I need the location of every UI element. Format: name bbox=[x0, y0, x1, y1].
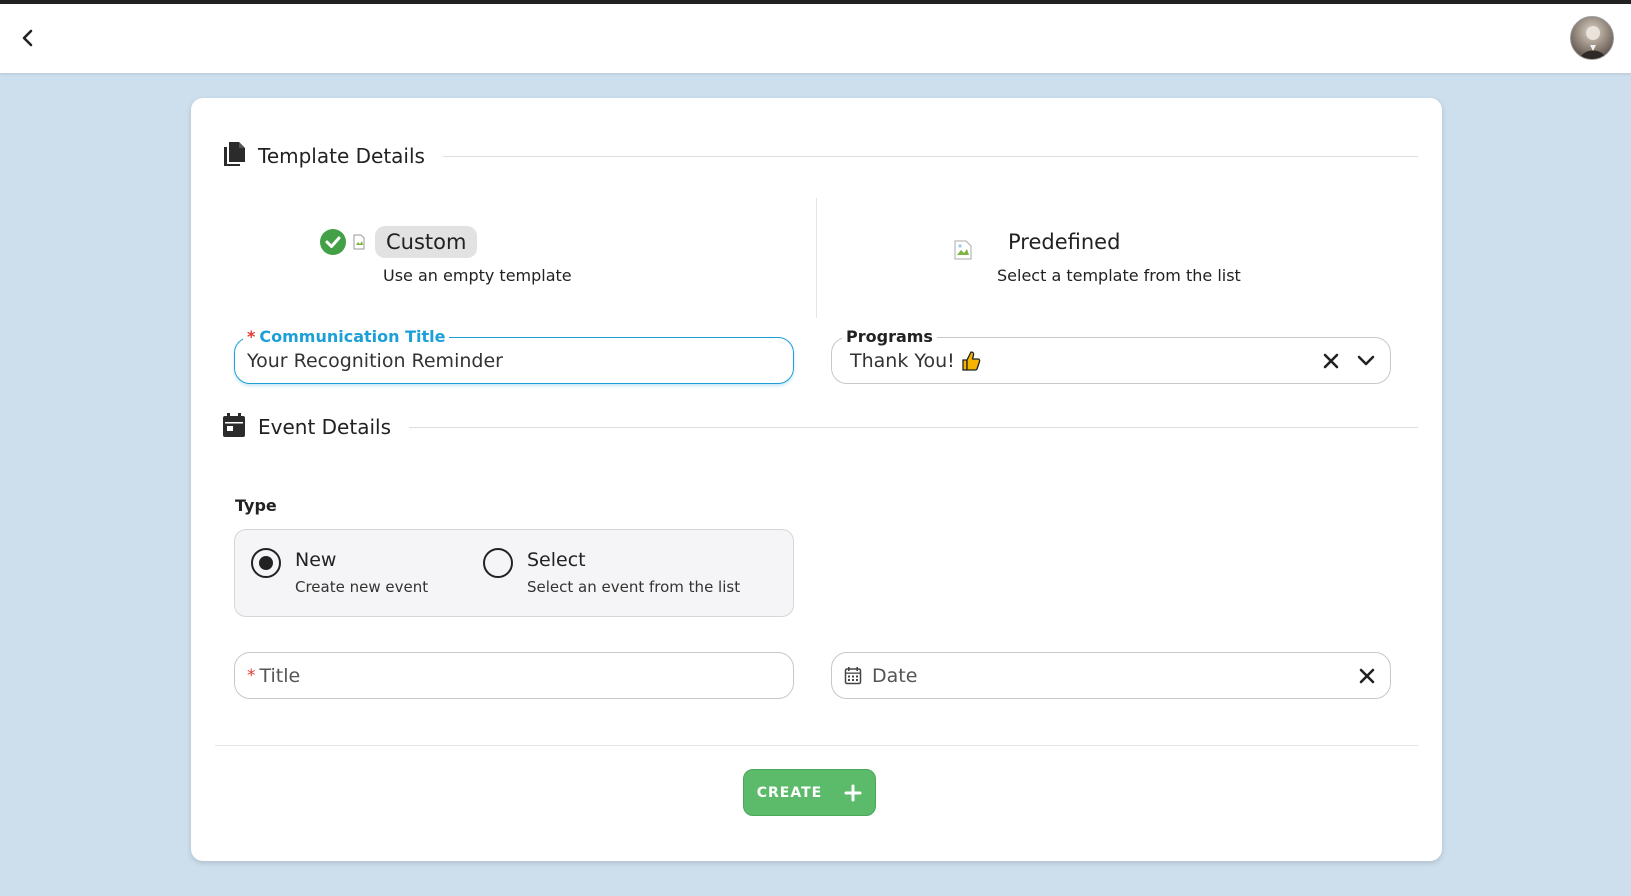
radio-label: New bbox=[295, 549, 337, 571]
plus-icon bbox=[844, 784, 862, 802]
communication-title-label: * Communication Title bbox=[243, 327, 450, 346]
template-option-custom[interactable]: Custom Use an empty template bbox=[320, 226, 572, 285]
event-type-select-radio[interactable]: Select Select an event from the list bbox=[483, 548, 740, 596]
programs-selected-value: Thank You! bbox=[832, 350, 981, 372]
clear-icon[interactable] bbox=[1358, 667, 1376, 685]
create-button[interactable]: CREATE bbox=[743, 769, 876, 816]
template-option-description: Select a template from the list bbox=[997, 266, 1241, 285]
chevron-down-icon[interactable] bbox=[1356, 352, 1376, 370]
programs-select[interactable]: Programs Thank You! bbox=[831, 327, 1391, 384]
radio-description: Create new event bbox=[295, 578, 429, 596]
avatar[interactable] bbox=[1570, 16, 1614, 60]
radio-checked-icon bbox=[251, 548, 281, 578]
event-title-input[interactable]: * Title bbox=[235, 665, 300, 687]
programs-label: Programs bbox=[842, 327, 937, 346]
template-option-predefined[interactable]: Predefined Select a template from the li… bbox=[954, 226, 1241, 285]
section-title: Template Details bbox=[258, 144, 425, 168]
chevron-left-icon[interactable] bbox=[16, 26, 40, 50]
template-option-label: Predefined bbox=[1008, 230, 1121, 254]
section-divider bbox=[442, 155, 1418, 157]
event-date-placeholder[interactable]: Date bbox=[872, 665, 917, 687]
broken-image-icon bbox=[954, 240, 972, 264]
radio-unchecked-icon bbox=[483, 548, 513, 578]
type-label: Type bbox=[235, 496, 277, 515]
section-title: Event Details bbox=[258, 415, 391, 439]
vertical-divider bbox=[816, 198, 817, 318]
event-date-field[interactable]: Date bbox=[831, 652, 1391, 699]
event-type-radio-group: New Create new event Select Select an ev… bbox=[234, 529, 794, 617]
event-type-new-radio[interactable]: New Create new event bbox=[251, 548, 428, 596]
template-form-card: Template Details Custom Use an empty tem… bbox=[191, 98, 1442, 861]
broken-image-icon bbox=[353, 234, 365, 254]
clear-icon[interactable] bbox=[1322, 352, 1340, 370]
template-details-header: Template Details bbox=[222, 141, 1418, 171]
event-details-header: Event Details bbox=[222, 412, 1418, 442]
top-bar bbox=[0, 4, 1631, 73]
communication-title-field[interactable]: * Communication Title Your Recognition Re… bbox=[234, 327, 794, 384]
thumbs-up-icon bbox=[961, 350, 981, 372]
template-option-label: Custom bbox=[375, 226, 478, 258]
documents-icon bbox=[222, 141, 246, 171]
radio-label: Select bbox=[527, 549, 586, 571]
calendar-small-icon bbox=[832, 666, 862, 685]
communication-title-input[interactable]: Your Recognition Reminder bbox=[235, 350, 503, 372]
radio-description: Select an event from the list bbox=[527, 578, 741, 596]
event-title-field[interactable]: * Title bbox=[234, 652, 794, 699]
footer-divider bbox=[215, 745, 1418, 746]
template-option-description: Use an empty template bbox=[383, 266, 572, 285]
calendar-icon bbox=[222, 412, 246, 442]
event-title-placeholder: Title bbox=[259, 664, 301, 687]
create-button-label: CREATE bbox=[756, 784, 823, 801]
section-divider bbox=[409, 426, 1418, 428]
check-circle-icon bbox=[319, 227, 349, 257]
